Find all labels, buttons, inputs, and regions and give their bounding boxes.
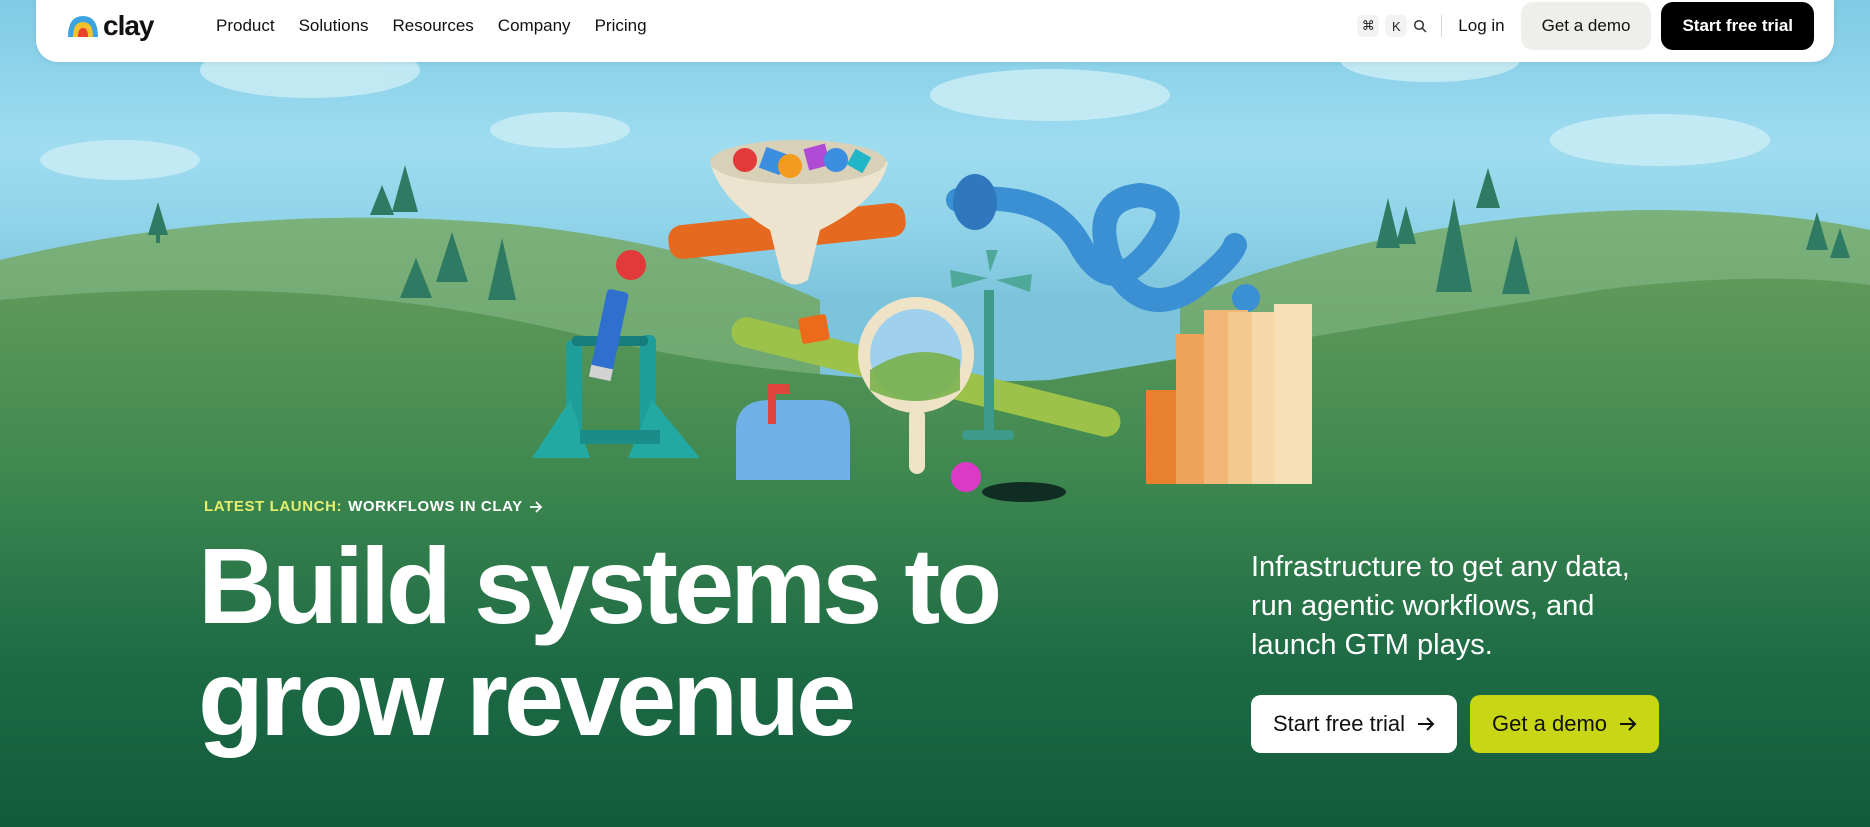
pink-ball <box>951 462 981 492</box>
hero-headline: Build systems to grow revenue <box>198 530 1018 754</box>
nav-resources[interactable]: Resources <box>381 16 486 36</box>
hero-start-trial-label: Start free trial <box>1273 711 1406 736</box>
latest-launch-link[interactable]: LATEST LAUNCH: WORKFLOWS IN CLAY <box>204 498 543 515</box>
headline-line-1: Build systems to <box>198 525 1002 646</box>
nav-start-trial-button[interactable]: Start free trial <box>1661 2 1814 50</box>
pinwheel <box>950 250 1032 292</box>
hole <box>982 482 1066 502</box>
nav-divider <box>1441 15 1443 37</box>
hero-get-demo-label: Get a demo <box>1492 711 1607 736</box>
blue-tube <box>946 182 1247 312</box>
nav-pricing[interactable]: Pricing <box>583 16 659 36</box>
nav-get-demo-button[interactable]: Get a demo <box>1520 2 1652 50</box>
nav-links: Product Solutions Resources Company Pric… <box>204 16 659 36</box>
launch-text: WORKFLOWS IN CLAY <box>348 498 523 515</box>
arrow-right-icon <box>1418 717 1435 731</box>
k-key[interactable]: K <box>1385 15 1408 37</box>
blue-ball <box>1232 284 1260 312</box>
hero-cta-row: Start free trial Get a demo <box>1251 695 1659 753</box>
bar-blocks <box>1146 304 1312 484</box>
rainbow-arch-icon <box>68 16 98 37</box>
command-key-icon[interactable]: ⌘ <box>1357 15 1380 37</box>
arrow-right-icon <box>1620 717 1637 731</box>
hero-start-trial-button[interactable]: Start free trial <box>1251 695 1458 753</box>
headline-line-2: grow revenue <box>198 637 856 758</box>
nav-company[interactable]: Company <box>486 16 583 36</box>
login-link[interactable]: Log in <box>1458 16 1504 36</box>
logo[interactable]: clay <box>66 10 154 42</box>
nav-solutions[interactable]: Solutions <box>287 16 381 36</box>
nav-product[interactable]: Product <box>204 16 287 36</box>
hero-get-demo-button[interactable]: Get a demo <box>1470 695 1659 753</box>
nav-actions: ⌘ K Log in Get a demo Start free trial <box>1357 2 1814 50</box>
search-icon[interactable] <box>1413 19 1427 33</box>
tube-end <box>953 174 997 230</box>
logo-wordmark: clay <box>103 10 154 41</box>
arrow-right-icon <box>529 500 543 513</box>
hero-subheadline: Infrastructure to get any data, run agen… <box>1251 551 1630 661</box>
top-nav: clay Product Solutions Resources Company… <box>36 0 1834 62</box>
launch-prefix: LATEST LAUNCH: <box>204 498 343 515</box>
